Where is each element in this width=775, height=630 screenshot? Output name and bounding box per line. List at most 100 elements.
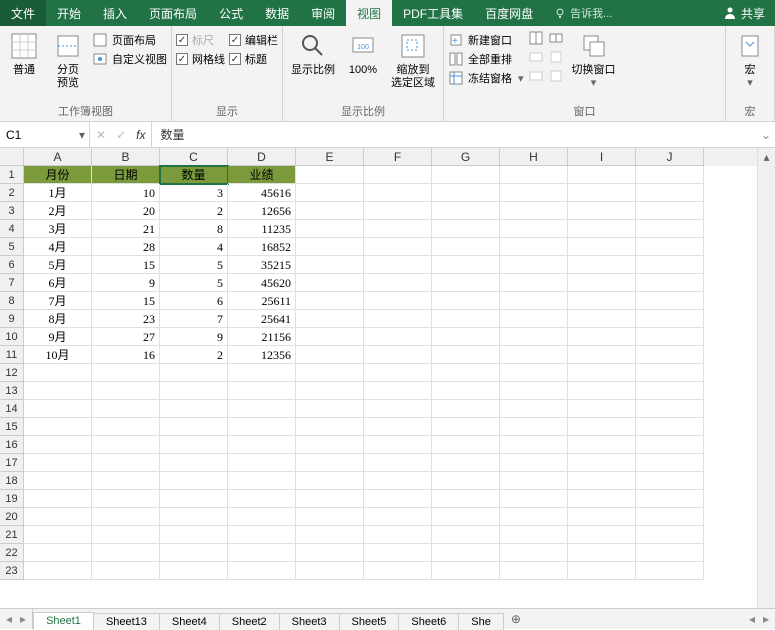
cell[interactable] bbox=[24, 472, 92, 490]
cell[interactable] bbox=[92, 454, 160, 472]
cell[interactable] bbox=[296, 202, 364, 220]
horizontal-scrollbar[interactable]: ◂ ▸ bbox=[743, 609, 775, 629]
sheet-nav[interactable]: ◂ ▸ bbox=[0, 609, 33, 629]
cell[interactable] bbox=[92, 418, 160, 436]
cell[interactable] bbox=[636, 238, 704, 256]
zoom-selection-button[interactable]: 缩放到 选定区域 bbox=[387, 28, 439, 92]
cell[interactable] bbox=[500, 400, 568, 418]
cell[interactable]: 28 bbox=[92, 238, 160, 256]
cell[interactable] bbox=[636, 418, 704, 436]
cell[interactable] bbox=[636, 526, 704, 544]
cell[interactable] bbox=[228, 454, 296, 472]
column-header[interactable]: J bbox=[636, 148, 704, 166]
tab-page-layout[interactable]: 页面布局 bbox=[138, 0, 208, 26]
view-side-button[interactable] bbox=[548, 30, 564, 46]
cell[interactable]: 5 bbox=[160, 274, 228, 292]
cell[interactable] bbox=[432, 238, 500, 256]
cell[interactable] bbox=[364, 526, 432, 544]
cell[interactable] bbox=[160, 508, 228, 526]
cell[interactable] bbox=[296, 220, 364, 238]
cell[interactable] bbox=[296, 526, 364, 544]
page-layout-button[interactable]: 页面布局 bbox=[92, 32, 167, 48]
cell[interactable] bbox=[228, 382, 296, 400]
cell[interactable]: 15 bbox=[92, 256, 160, 274]
cell[interactable] bbox=[636, 544, 704, 562]
tab-view[interactable]: 视图 bbox=[346, 0, 392, 26]
cell[interactable]: 7 bbox=[160, 310, 228, 328]
cell[interactable] bbox=[432, 454, 500, 472]
cell[interactable] bbox=[364, 184, 432, 202]
cell[interactable] bbox=[24, 544, 92, 562]
column-header[interactable]: F bbox=[364, 148, 432, 166]
cell[interactable] bbox=[364, 490, 432, 508]
cell[interactable] bbox=[636, 508, 704, 526]
cell[interactable]: 9 bbox=[92, 274, 160, 292]
normal-view-button[interactable]: 普通 bbox=[4, 28, 44, 79]
row-header[interactable]: 2 bbox=[0, 184, 24, 202]
cancel-formula-icon[interactable]: ✕ bbox=[96, 128, 106, 142]
cell[interactable] bbox=[364, 382, 432, 400]
cell[interactable] bbox=[364, 328, 432, 346]
cell[interactable] bbox=[636, 310, 704, 328]
row-header[interactable]: 9 bbox=[0, 310, 24, 328]
cell[interactable] bbox=[432, 526, 500, 544]
cell[interactable] bbox=[432, 490, 500, 508]
cell[interactable] bbox=[568, 166, 636, 184]
column-header[interactable]: B bbox=[92, 148, 160, 166]
share-button[interactable]: 共享 bbox=[713, 0, 775, 26]
scroll-right-icon[interactable]: ▸ bbox=[763, 612, 769, 626]
cell[interactable] bbox=[160, 418, 228, 436]
sheet-tab[interactable]: Sheet6 bbox=[398, 613, 459, 630]
cell[interactable] bbox=[24, 454, 92, 472]
cell[interactable] bbox=[636, 328, 704, 346]
cell[interactable] bbox=[500, 256, 568, 274]
cell[interactable] bbox=[160, 436, 228, 454]
cell[interactable] bbox=[568, 202, 636, 220]
cell[interactable] bbox=[364, 508, 432, 526]
cell[interactable]: 3 bbox=[160, 184, 228, 202]
cell[interactable] bbox=[500, 544, 568, 562]
cell[interactable] bbox=[24, 490, 92, 508]
cell[interactable] bbox=[296, 490, 364, 508]
page-break-preview-button[interactable]: 分页 预览 bbox=[48, 28, 88, 92]
cell[interactable]: 4 bbox=[160, 238, 228, 256]
sheet-nav-next-icon[interactable]: ▸ bbox=[20, 612, 26, 626]
cell[interactable]: 4月 bbox=[24, 238, 92, 256]
cell[interactable]: 45620 bbox=[228, 274, 296, 292]
cell[interactable]: 16852 bbox=[228, 238, 296, 256]
column-header[interactable]: D bbox=[228, 148, 296, 166]
cell[interactable] bbox=[160, 382, 228, 400]
cell[interactable] bbox=[500, 310, 568, 328]
cell[interactable] bbox=[364, 544, 432, 562]
cell[interactable] bbox=[432, 328, 500, 346]
row-header[interactable]: 5 bbox=[0, 238, 24, 256]
cell[interactable] bbox=[500, 508, 568, 526]
sheet-tab[interactable]: She bbox=[458, 613, 504, 630]
tab-formulas[interactable]: 公式 bbox=[208, 0, 254, 26]
cell[interactable]: 数量 bbox=[160, 166, 228, 184]
cell[interactable] bbox=[432, 220, 500, 238]
cell[interactable] bbox=[296, 418, 364, 436]
cell[interactable] bbox=[228, 364, 296, 382]
cell[interactable] bbox=[432, 256, 500, 274]
cell[interactable] bbox=[160, 454, 228, 472]
cell[interactable]: 9月 bbox=[24, 328, 92, 346]
cell[interactable] bbox=[636, 364, 704, 382]
cell[interactable] bbox=[568, 364, 636, 382]
cell[interactable]: 27 bbox=[92, 328, 160, 346]
gridlines-checkbox[interactable]: 网格线 bbox=[176, 51, 225, 67]
cell[interactable] bbox=[228, 562, 296, 580]
reset-pos-button[interactable] bbox=[548, 68, 564, 84]
cell[interactable]: 20 bbox=[92, 202, 160, 220]
cell[interactable] bbox=[500, 562, 568, 580]
cell[interactable] bbox=[92, 508, 160, 526]
row-header[interactable]: 19 bbox=[0, 490, 24, 508]
cell[interactable] bbox=[160, 472, 228, 490]
cell[interactable] bbox=[432, 166, 500, 184]
cell[interactable] bbox=[24, 382, 92, 400]
cell[interactable] bbox=[568, 562, 636, 580]
cell[interactable] bbox=[568, 436, 636, 454]
cell[interactable] bbox=[500, 364, 568, 382]
scroll-left-icon[interactable]: ◂ bbox=[749, 612, 755, 626]
cell[interactable] bbox=[364, 400, 432, 418]
